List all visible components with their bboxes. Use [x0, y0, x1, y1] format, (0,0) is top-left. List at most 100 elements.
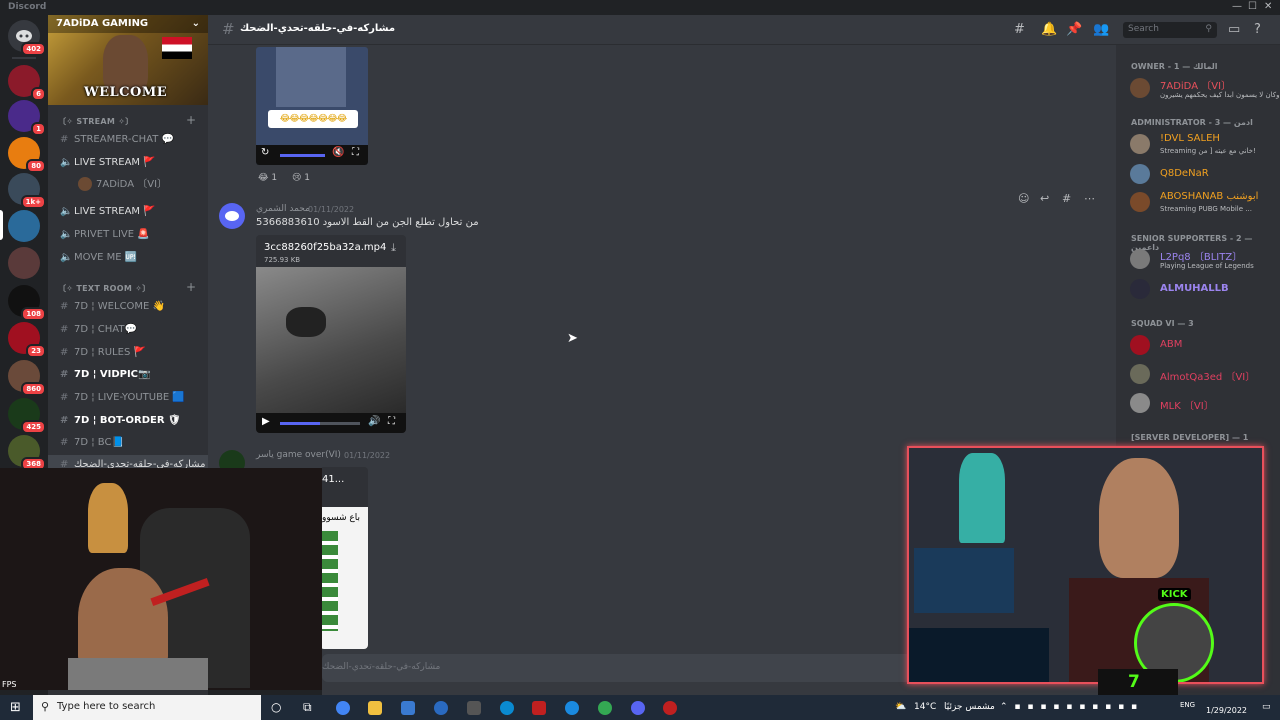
channel-chat[interactable]: #7D ¦ CHAT💬	[48, 320, 208, 340]
thread-icon[interactable]: #	[1062, 192, 1071, 205]
channel-streamer-chat[interactable]: # STREAMER-CHAT 💬	[48, 130, 208, 150]
server-icon[interactable]	[8, 247, 40, 279]
cortana-icon[interactable]: ○	[271, 700, 281, 714]
server-banner[interactable]: 7ADiDA GAMING ⌄ WELCOME	[48, 15, 208, 105]
download-icon[interactable]: ⤓	[391, 241, 396, 255]
add-reaction-icon[interactable]: ☺	[1018, 192, 1029, 205]
server-icon[interactable]: 860	[8, 360, 46, 396]
member-item[interactable]: ABM	[1130, 333, 1280, 361]
app-icon[interactable]	[434, 701, 448, 715]
voice-user[interactable]: 7ADiDA 〔VI〕	[48, 175, 208, 195]
add-channel-icon[interactable]: +	[186, 280, 196, 294]
avatar[interactable]	[219, 203, 245, 229]
member-item[interactable]: ALMUHALLB	[1130, 277, 1280, 305]
task-view-icon[interactable]: ⧉	[303, 700, 312, 715]
channel-bc[interactable]: #7D ¦ BC📘	[48, 433, 208, 453]
help-icon[interactable]: ?	[1254, 22, 1261, 37]
search-input[interactable]: Search ⚲	[1123, 22, 1217, 38]
category-stream[interactable]: 〔✧ STREAM ✧〕	[58, 116, 134, 127]
reaction-laugh[interactable]: 😂 1	[258, 170, 277, 186]
channel-live-youtube[interactable]: #7D ¦ LIVE-YOUTUBE 🟦	[48, 388, 208, 408]
play-icon[interactable]: ▶	[262, 416, 270, 427]
server-icon[interactable]: 368	[8, 435, 46, 471]
progress-bar[interactable]	[280, 154, 325, 157]
member-item[interactable]: Q8DeNaR	[1130, 162, 1280, 190]
reply-icon[interactable]: ↩	[1040, 192, 1049, 205]
add-channel-icon[interactable]: +	[186, 113, 196, 127]
member-item[interactable]: !DVL SALEH Streaming خاني مع عيته [ من!	[1130, 132, 1280, 160]
language-indicator[interactable]: ENG	[1180, 701, 1195, 709]
reaction-sad[interactable]: 😢 1	[292, 170, 310, 186]
home-button[interactable]: 402	[8, 20, 46, 56]
edge-icon[interactable]	[500, 701, 514, 715]
fullscreen-icon[interactable]: ⛶	[388, 416, 395, 427]
voice-channel-move-me[interactable]: 🔈 MOVE ME 🆙	[48, 248, 208, 268]
notification-center-icon[interactable]: ▭	[1262, 702, 1271, 712]
gif-attachment[interactable]: 😂😂😂😂😂😂😂 ↻ 🔇 ⛶	[256, 47, 368, 165]
system-tray-icons[interactable]: ⌃ ▪ ▪ ▪ ▪ ▪ ▪ ▪ ▪ ▪ ▪	[1000, 702, 1139, 712]
message-author[interactable]: ياسر game over(VI)	[256, 450, 341, 460]
voice-channel-live-stream[interactable]: 🔈 LIVE STREAM 🚩	[48, 153, 208, 173]
volume-icon[interactable]: 🔊	[368, 416, 380, 427]
file-name[interactable]: 3cc88260f25ba32a.mp4	[264, 242, 386, 253]
weather-temp[interactable]: 14°C	[914, 702, 936, 712]
fullscreen-icon[interactable]: ⛶	[352, 147, 359, 158]
chrome-icon[interactable]	[336, 701, 350, 715]
replay-icon[interactable]: ↻	[261, 147, 269, 158]
category-text-room[interactable]: 〔✧ TEXT ROOM ✧〕	[58, 283, 151, 294]
file-attachment[interactable]: 41... باع شسوو	[320, 467, 368, 649]
server-icon[interactable]: 108	[8, 285, 46, 321]
minimize-button[interactable]: —	[1232, 1, 1242, 12]
windows-start-icon[interactable]: ⊞	[10, 700, 21, 715]
channel-welcome[interactable]: #7D ¦ WELCOME 👋	[48, 297, 208, 317]
bell-icon[interactable]: 🔔	[1041, 22, 1057, 37]
iraq-flag-icon	[162, 37, 192, 59]
server-icon[interactable]: 80	[8, 137, 46, 173]
weather-icon[interactable]: ⛅	[895, 702, 906, 712]
member-item[interactable]: MLK 〔VI〕	[1130, 391, 1280, 419]
server-icon[interactable]: 1	[8, 100, 46, 136]
overlay-footer: 7	[1098, 669, 1178, 695]
maximize-button[interactable]: ☐	[1248, 1, 1257, 12]
channel-bot-order[interactable]: #7D ¦ BOT-ORDER 🛡	[48, 411, 208, 431]
clock-date[interactable]: 1/29/2022	[1206, 706, 1247, 715]
chevron-down-icon[interactable]: ⌄	[192, 18, 200, 29]
app-icon[interactable]	[663, 701, 677, 715]
chrome-icon[interactable]	[598, 701, 612, 715]
file-name[interactable]: 41...	[322, 474, 344, 485]
voice-channel-privet-live[interactable]: 🔈 PRIVET LIVE 🚨	[48, 225, 208, 245]
member-item[interactable]: L2Pq8 〔BLITZ〕 Playing League of Legends	[1130, 247, 1280, 275]
weather-description[interactable]: مشمس جزئيًا	[944, 702, 995, 712]
voice-channel-live-stream-2[interactable]: 🔈 LIVE STREAM 🚩	[48, 202, 208, 222]
active-server-icon[interactable]	[8, 210, 40, 242]
message-author[interactable]: محمد الشمري	[256, 204, 310, 214]
app-icon[interactable]	[565, 701, 579, 715]
image-text: باع شسوو	[322, 513, 361, 523]
store-icon[interactable]	[401, 701, 415, 715]
channel-rules[interactable]: #7D ¦ RULES 🚩	[48, 343, 208, 363]
app-icon[interactable]	[532, 701, 546, 715]
discord-icon[interactable]	[631, 701, 645, 715]
progress-track[interactable]	[280, 422, 360, 425]
server-icon[interactable]: 425	[8, 398, 46, 434]
file-explorer-icon[interactable]	[368, 701, 382, 715]
server-icon[interactable]: 23	[8, 322, 46, 358]
role-squad-vi: SQUAD VI — 3	[1131, 319, 1194, 328]
member-item[interactable]: ABOSHANAB ابوشنب Streaming PUBG Mobile ..…	[1130, 190, 1280, 218]
threads-icon[interactable]: #	[1014, 22, 1025, 37]
more-icon[interactable]: ⋯	[1084, 192, 1095, 205]
video-attachment[interactable]: 3cc88260f25ba32a.mp4 ⤓ 725.93 KB ▶ 🔊 ⛶	[256, 235, 406, 433]
channel-vidpic[interactable]: #7D ¦ VIDPIC📷	[48, 365, 208, 385]
server-icon[interactable]: 6	[8, 65, 46, 101]
close-button[interactable]: ✕	[1264, 1, 1272, 12]
inbox-icon[interactable]: ▭	[1228, 22, 1240, 37]
server-icon[interactable]: 1k+	[8, 173, 46, 209]
member-item[interactable]: AlmotQa3ed 〔VI〕	[1130, 362, 1280, 390]
server-name[interactable]: 7ADiDA GAMING ⌄	[48, 15, 208, 33]
member-item[interactable]: 7ADiDA 〔VI〕 وكان لا يسمون ابدا كيف يحكمهم…	[1130, 76, 1280, 104]
volume-icon[interactable]: 🔇	[332, 147, 344, 158]
app-icon[interactable]	[467, 701, 481, 715]
taskbar-search-input[interactable]: ⚲ Type here to search	[33, 695, 261, 720]
members-icon[interactable]: 👥	[1093, 22, 1109, 37]
pin-icon[interactable]: 📌	[1066, 22, 1082, 37]
